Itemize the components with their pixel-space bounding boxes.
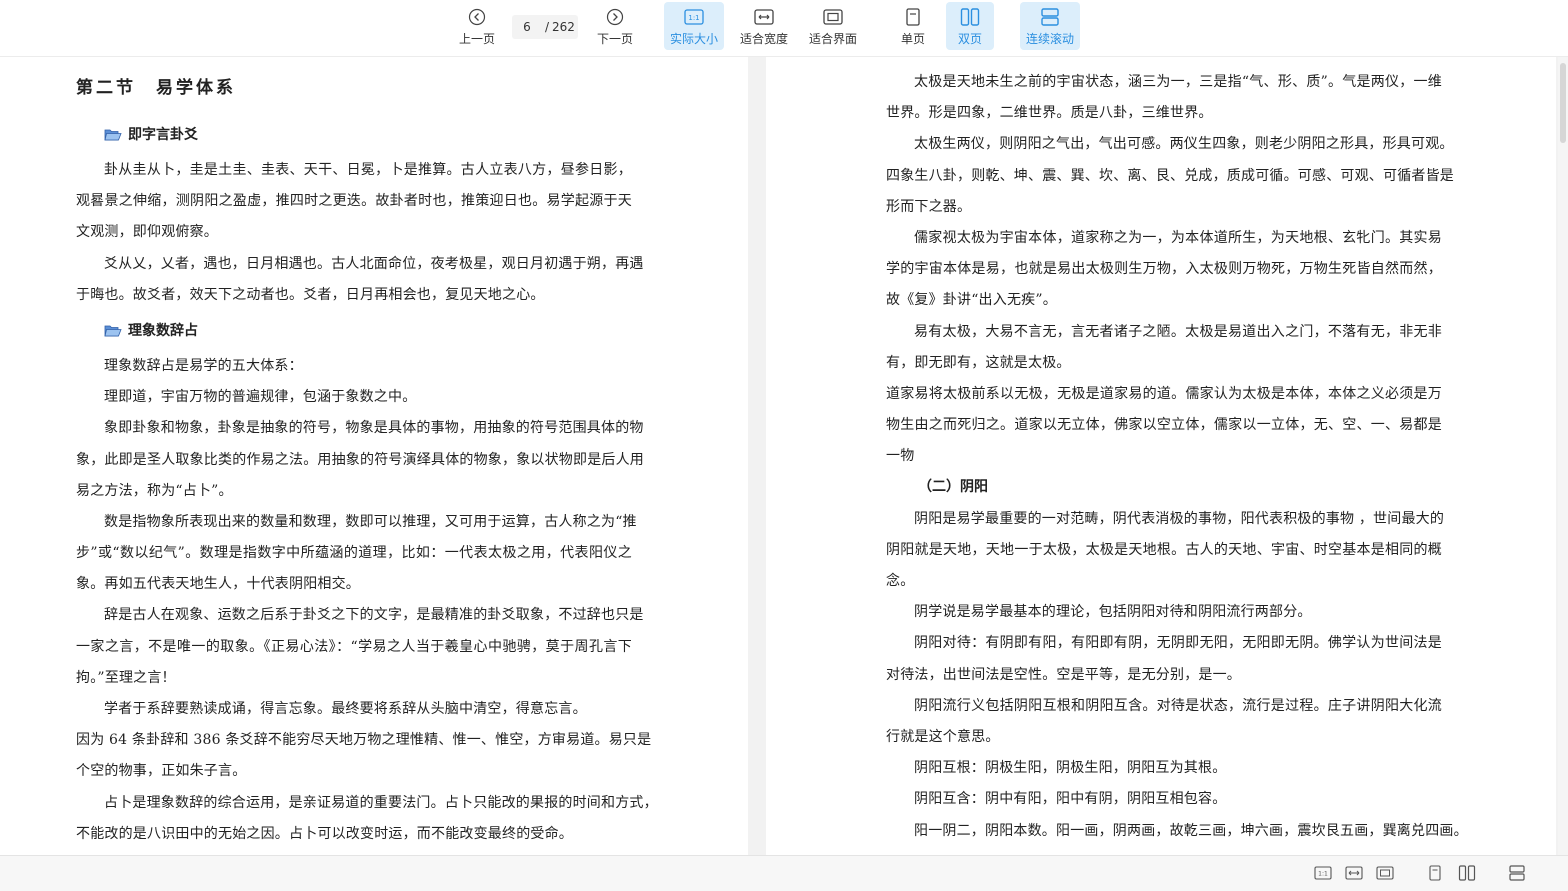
text-line: 爻从乂，乂者，遇也，日月相遇也。古人北面命位，夜考极星，观日月初遇于朔，再遇 xyxy=(104,255,644,272)
text-line: 象。再如五代表天地生人，十代表阴阳相交。 xyxy=(76,576,360,593)
text-line: 阳一阴二，阴阳本数。阳一画，阴两画，故乾三画，坤六画，震坎艮五画，巽离兑四画。 xyxy=(914,822,1468,839)
text-line: 学的宇宙本体是易，也就是易出太极则生万物，入太极则万物死，万物生死皆自然而然， xyxy=(886,261,1442,278)
text-line: 儒家视太极为宇宙本体，道家称之为一，为本体道所生，为天地根、玄牝门。其实易 xyxy=(914,229,1442,246)
single-page-label: 单页 xyxy=(900,31,925,46)
fit-screen-button[interactable]: 适合界面 xyxy=(803,2,863,50)
left-page-text: 第二节 易学体系 即字言卦爻 卦从圭从卜，圭是土圭、圭表、天干、日冕，卜是推算。… xyxy=(76,71,658,850)
right-page-text: 太极是天地未生之前的宇宙状态，涵三为一，三是指“气、形、质”。气是两仪，一维 世… xyxy=(886,67,1468,847)
text-line: 一物 xyxy=(886,448,915,465)
folder-icon xyxy=(104,128,122,142)
fit-screen-icon[interactable] xyxy=(1376,864,1394,882)
chevron-left-icon xyxy=(468,6,486,28)
fit-width-icon[interactable] xyxy=(1345,864,1363,882)
page-separator: / xyxy=(544,20,550,34)
actual-size-icon: 1:1 xyxy=(684,6,704,28)
text-line: 易有太极，大易不言无，言无者诸子之陋。太极是易道出入之门，不落有无，非无非 xyxy=(914,323,1442,340)
text-line: 拘。”至理之言！ xyxy=(76,669,176,686)
text-line: 阴阳就是天地，天地一于太极，太极是天地根。古人的天地、宇宙、时空基本是相同的概 xyxy=(886,541,1442,558)
text-line: 有，即无即有，这就是太极。 xyxy=(886,354,1071,371)
subsection-heading: 理象数辞占 xyxy=(76,311,632,351)
text-line: 阴阳是易学最重要的一对范畴，阴代表消极的事物，阳代表积极的事物 ，世间最大的 xyxy=(914,510,1445,527)
text-line: 阴阳互根：阴极生阳，阴极生阳，阴阳互为其根。 xyxy=(914,760,1227,777)
text-line: 太极是天地未生之前的宇宙状态，涵三为一，三是指“气、形、质”。气是两仪，一维 xyxy=(914,74,1442,90)
single-page-icon xyxy=(905,6,921,28)
toolbar: 上一页 6 / 262 下一页 1:1 实际大小 适合宽度 适合界面 单页 双页… xyxy=(0,0,1568,57)
continuous-scroll-label: 连续滚动 xyxy=(1025,31,1074,46)
text-line: 步”或“数以纪气”。数理是指数字中所蕴涵的道理，比如：一代表太极之用，代表阳仪之 xyxy=(76,545,632,562)
continuous-scroll-icon[interactable] xyxy=(1508,864,1526,882)
next-page-label: 下一页 xyxy=(596,31,633,46)
section-heading-yinyang: （二）阴阳 xyxy=(918,479,988,496)
single-page-button[interactable]: 单页 xyxy=(893,2,933,50)
continuous-scroll-button[interactable]: 连续滚动 xyxy=(1020,2,1080,50)
text-line: 个空的物事，正如朱子言。 xyxy=(76,763,247,780)
status-bar: 1:1 xyxy=(0,855,1568,891)
fit-screen-label: 适合界面 xyxy=(808,31,857,46)
folder-icon xyxy=(104,324,122,338)
text-line: 道家易将太极前系以无极，无极是道家易的道。儒家认为太极是本体，本体之义必须是万 xyxy=(886,385,1442,402)
current-page[interactable]: 6 xyxy=(512,20,542,34)
prev-page-button[interactable]: 上一页 xyxy=(452,2,502,50)
double-page-label: 双页 xyxy=(957,31,982,46)
subsection-heading: 即字言卦爻 xyxy=(76,115,632,155)
section-title: 第二节 易学体系 xyxy=(76,78,236,98)
text-line: 理即道，宇宙万物的普遍规律，包涵于象数之中。 xyxy=(104,389,417,406)
text-line: 卦从圭从卜，圭是土圭、圭表、天干、日冕，卜是推算。古人立表八方，昼参日影， xyxy=(104,162,632,178)
text-line: 因为 64 条卦辞和 386 条爻辞不能穷尽天地万物之理惟精、惟一、惟空，方审易… xyxy=(76,732,652,749)
text-line: 阴阳对待：有阴即有阳，有阳即有阴，无阴即无阳，无阳即无阴。佛学认为世间法是 xyxy=(914,635,1442,652)
text-line: 故《复》卦讲“出入无疾”。 xyxy=(886,292,1057,309)
svg-text:1:1: 1:1 xyxy=(1318,871,1328,878)
text-line: 象，此即是圣人取象比类的作易之法。用抽象的符号演绎具体的物象，象以状物即是后人用 xyxy=(76,451,644,468)
chevron-right-icon xyxy=(606,6,624,28)
continuous-scroll-icon xyxy=(1040,6,1060,28)
single-page-icon[interactable] xyxy=(1426,864,1444,882)
actual-size-icon[interactable]: 1:1 xyxy=(1314,864,1332,882)
text-line: 占卜是理象数辞的综合运用，是亲证易道的重要法门。占卜只能改的果报的时间和方式， xyxy=(104,794,658,811)
text-line: 于晦也。故爻者，效天下之动者也。爻者，日月再相会也，复见天地之心。 xyxy=(76,286,545,303)
fit-screen-icon xyxy=(823,6,843,28)
next-page-button[interactable]: 下一页 xyxy=(590,2,640,50)
text-line: 世界。形是四象，二维世界。质是八卦，三维世界。 xyxy=(886,105,1213,122)
text-line: 四象生八卦，则乾、坤、震、巽、坎、离、艮、兑成，质成可循。可感、可观、可循者皆是 xyxy=(886,167,1454,184)
text-line: 形而下之器。 xyxy=(886,198,972,215)
text-line: 学者于系辞要熟读成诵，得言忘象。最终要将系辞从头脑中清空，得意忘言。 xyxy=(104,701,587,717)
text-line: 念。 xyxy=(886,573,915,589)
text-line: 阴阳流行义包括阴阳互根和阴阳互含。对待是状态，流行是过程。庄子讲阴阳大化流 xyxy=(914,697,1442,714)
double-page-button[interactable]: 双页 xyxy=(946,2,994,50)
svg-text:1:1: 1:1 xyxy=(688,14,699,22)
text-line: 辞是古人在观象、运数之后系于卦爻之下的文字，是最精准的卦爻取象，不过辞也只是 xyxy=(104,607,644,624)
left-page: 第二节 易学体系 即字言卦爻 卦从圭从卜，圭是土圭、圭表、天干、日冕，卜是推算。… xyxy=(0,57,748,855)
fit-width-label: 适合宽度 xyxy=(739,31,788,46)
text-line: 不能改的是八识田中的无始之因。占卜可以改变时运，而不能改变最终的受命。 xyxy=(76,825,573,842)
double-page-icon[interactable] xyxy=(1458,864,1476,882)
actual-size-label: 实际大小 xyxy=(669,31,718,46)
actual-size-button[interactable]: 1:1 实际大小 xyxy=(664,2,724,50)
scrollbar-thumb[interactable] xyxy=(1560,63,1566,143)
prev-page-label: 上一页 xyxy=(458,31,495,46)
text-line: 数是指物象所表现出来的数量和数理，数即可以推理，又可用于运算，古人称之为“推 xyxy=(104,513,637,530)
text-line: 阴学说是易学最基本的理论，包括阴阳对待和阴阳流行两部分。 xyxy=(914,604,1312,621)
document-viewer[interactable]: 第二节 易学体系 即字言卦爻 卦从圭从卜，圭是土圭、圭表、天干、日冕，卜是推算。… xyxy=(0,57,1568,855)
text-line: 观晷景之伸缩，测阴阳之盈虚，推四时之更迭。故卦者时也，推策迎日也。易学起源于天 xyxy=(76,193,632,210)
right-page: 太极是天地未生之前的宇宙状态，涵三为一，三是指“气、形、质”。气是两仪，一维 世… xyxy=(766,57,1556,855)
text-line: 行就是这个意思。 xyxy=(886,728,1000,745)
text-line: 太极生两仪，则阴阳之气出，气出可感。两仪生四象，则老少阴阳之形具，形具可观。 xyxy=(914,136,1454,153)
text-line: 文观测，即仰观俯察。 xyxy=(76,224,218,241)
text-line: 阴阳互含：阴中有阳，阳中有阴，阴阳互相包容。 xyxy=(914,791,1227,808)
page-number-input[interactable]: 6 / 262 xyxy=(512,15,578,39)
text-line: 对待法，出世间法是空性。空是平等，是无分别，是一。 xyxy=(886,666,1241,683)
fit-width-icon xyxy=(754,6,774,28)
subsection-title: 即字言卦爻 xyxy=(128,127,198,143)
double-page-icon xyxy=(960,6,980,28)
text-line: 一家之言，不是唯一的取象。《正易心法》：“学易之人当于羲皇心中驰骋，莫于周孔言下 xyxy=(76,638,632,655)
fit-width-button[interactable]: 适合宽度 xyxy=(734,2,794,50)
total-pages: 262 xyxy=(552,20,575,34)
subsection-title: 理象数辞占 xyxy=(128,322,198,339)
text-line: 物生由之而死归之。道家以无立体，佛家以空立体，儒家以一立体，无、空、一、易都是 xyxy=(886,417,1442,434)
text-line: 易之方法，称为“占卜”。 xyxy=(76,482,233,499)
text-line: 理象数辞占是易学的五大体系： xyxy=(104,357,303,374)
vertical-scrollbar[interactable] xyxy=(1558,57,1568,855)
text-line: 象即卦象和物象，卦象是抽象的符号，物象是具体的事物，用抽象的符号范围具体的物 xyxy=(104,420,644,437)
